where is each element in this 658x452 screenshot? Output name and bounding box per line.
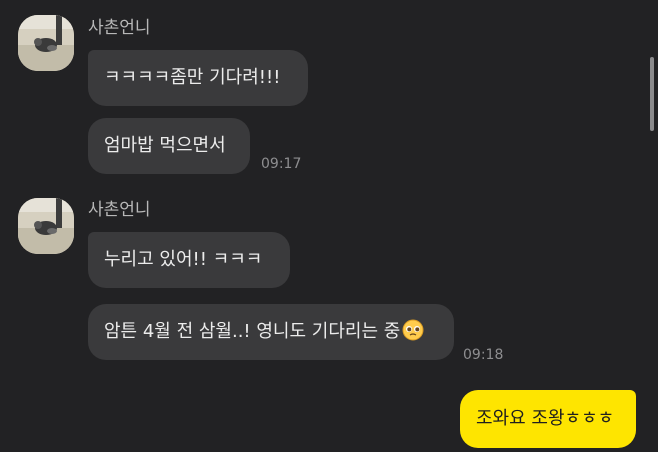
message-bubble[interactable]: ㅋㅋㅋㅋ좀만 기다려!!! [88,50,308,106]
sender-avatar[interactable] [18,15,74,71]
message-time: 09:17 [261,156,302,172]
message-time: 09:18 [463,347,504,363]
profile-photo-icon [18,15,74,71]
sender-name: 사촌언니 [88,18,151,38]
message-bubble[interactable]: 엄마밥 먹으면서 [88,118,250,174]
message-bubble[interactable]: 암튼 4월 전 삼월..! 영니도 기다리는 중 [88,304,454,360]
message-bubble[interactable]: 누리고 있어!! ㅋㅋㅋ [88,232,290,288]
pleading-face-icon [402,319,424,341]
profile-photo-icon [18,198,74,254]
sender-name: 사촌언니 [88,200,151,220]
scrollbar-thumb[interactable] [650,57,654,131]
sender-avatar[interactable] [18,198,74,254]
my-message-bubble[interactable]: 조와요 조왕ㅎㅎㅎ [460,390,636,448]
message-text: 암튼 4월 전 삼월..! 영니도 기다리는 중 [104,321,401,342]
